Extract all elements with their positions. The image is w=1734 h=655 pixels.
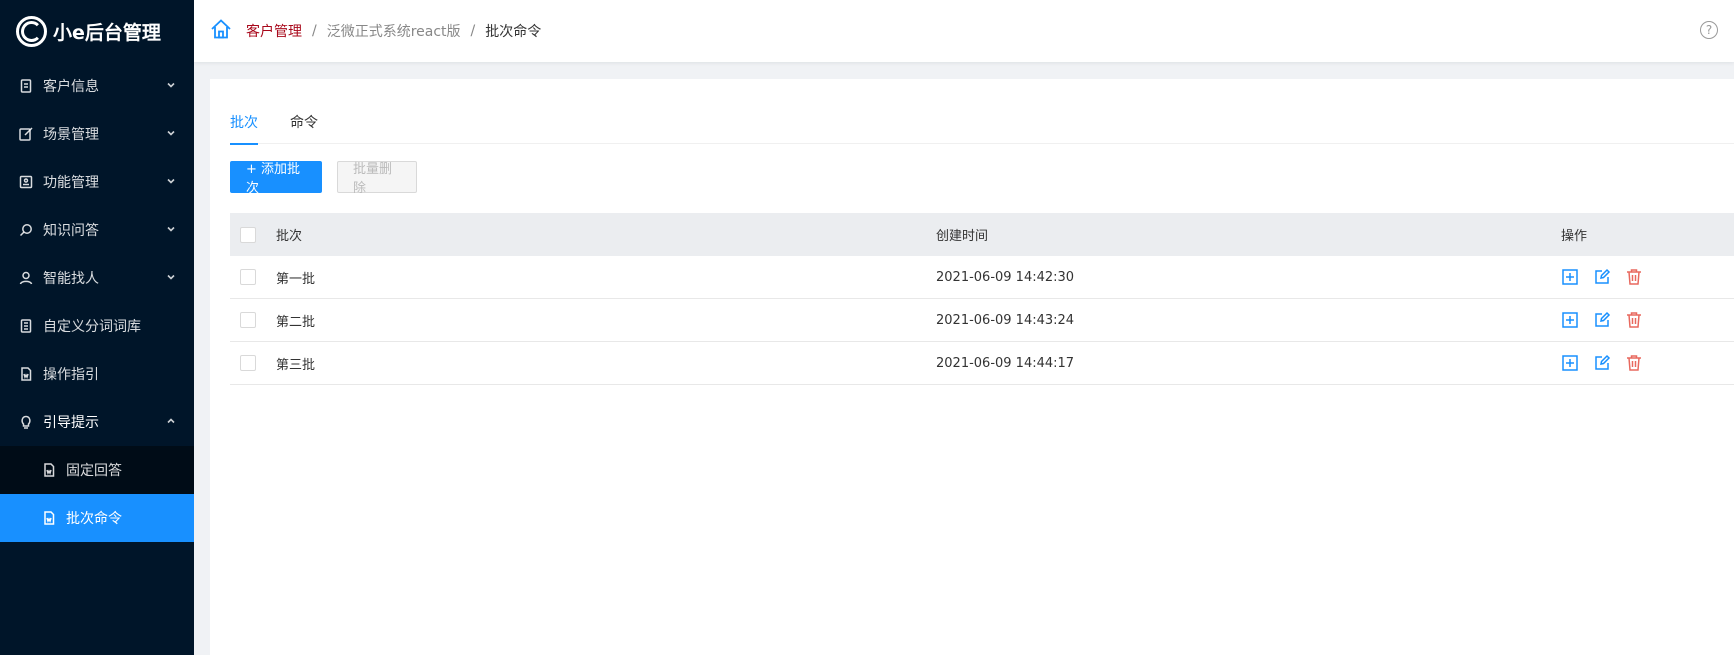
chevron-down-icon xyxy=(166,126,176,142)
edit-icon xyxy=(19,127,33,141)
batch-delete-button: 批量删除 xyxy=(337,161,417,196)
search-icon xyxy=(19,223,33,237)
sidebar-item-batch-command[interactable]: 批次命令 xyxy=(0,494,194,542)
sidebar-item-smart-find-people[interactable]: 智能找人 xyxy=(0,254,194,302)
tab-bar: 批次 命令 xyxy=(230,103,1734,145)
sidebar-item-function-management[interactable]: 功能管理 xyxy=(0,158,194,206)
breadcrumb-item-current: 批次命令 xyxy=(485,24,542,40)
file-icon xyxy=(19,367,33,381)
add-batch-button[interactable]: + 添加批次 xyxy=(230,161,322,196)
plus-square-icon[interactable] xyxy=(1561,311,1579,329)
column-header-created: 创建时间 xyxy=(936,229,989,244)
help-icon[interactable]: ? xyxy=(1700,21,1718,39)
logo[interactable]: 小e后台管理 xyxy=(0,0,194,62)
cell-created: 2021-06-09 14:44:17 xyxy=(936,355,1075,371)
cell-batch: 第二批 xyxy=(276,314,316,330)
select-all-checkbox[interactable] xyxy=(240,226,256,243)
breadcrumb-item-customer-management[interactable]: 客户管理 xyxy=(246,21,302,41)
sidebar-item-guide-tips[interactable]: 引导提示 xyxy=(0,398,194,446)
main-content: 批次 命令 + 添加批次 批量删除 批次 创建时间 操作 第一批 2021-06… xyxy=(210,79,1734,655)
file-icon xyxy=(42,511,56,525)
header: 客户管理 / 泛微正式系统react版 / 批次命令 ? xyxy=(194,0,1734,62)
sidebar-item-fixed-answer[interactable]: 固定回答 xyxy=(0,446,194,494)
row-checkbox[interactable] xyxy=(240,312,256,328)
toolbar: + 添加批次 批量删除 xyxy=(230,161,417,196)
breadcrumb-item-system[interactable]: 泛微正式系统react版 xyxy=(327,21,461,41)
sidebar-item-scene-management[interactable]: 场景管理 xyxy=(0,110,194,158)
chevron-down-icon xyxy=(166,270,176,286)
row-checkbox[interactable] xyxy=(240,269,256,285)
logo-icon xyxy=(16,15,47,47)
plus-square-icon[interactable] xyxy=(1561,268,1579,286)
plus-square-icon[interactable] xyxy=(1561,354,1579,372)
column-header-batch: 批次 xyxy=(276,229,303,244)
bulb-icon xyxy=(19,415,33,429)
cell-batch: 第一批 xyxy=(276,271,316,287)
row-checkbox[interactable] xyxy=(240,355,256,371)
home-icon[interactable] xyxy=(210,18,232,44)
table-row: 第一批 2021-06-09 14:42:30 xyxy=(230,256,1734,299)
cell-created: 2021-06-09 14:43:24 xyxy=(936,312,1075,328)
chevron-up-icon xyxy=(166,414,176,430)
table-header: 批次 创建时间 操作 xyxy=(230,213,1734,256)
user-icon xyxy=(19,271,33,285)
sidebar-item-custom-dictionary[interactable]: 自定义分词词库 xyxy=(0,302,194,350)
chevron-down-icon xyxy=(166,174,176,190)
breadcrumb: 客户管理 / 泛微正式系统react版 / 批次命令 xyxy=(246,21,541,41)
column-header-actions: 操作 xyxy=(1561,229,1588,244)
delete-icon[interactable] xyxy=(1625,268,1643,286)
sidebar: 小e后台管理 客户信息 场景管理 功能管理 知识问答 智能找人 自定义分词词库 … xyxy=(0,0,194,655)
edit-icon[interactable] xyxy=(1593,268,1611,286)
sidebar-item-knowledge-qa[interactable]: 知识问答 xyxy=(0,206,194,254)
cell-batch: 第三批 xyxy=(276,357,316,373)
app-title: 小e后台管理 xyxy=(53,21,161,44)
file-icon xyxy=(42,463,56,477)
chevron-down-icon xyxy=(166,78,176,94)
batch-table: 批次 创建时间 操作 第一批 2021-06-09 14:42:30 第二批 2… xyxy=(230,213,1734,385)
sidebar-item-customer-info[interactable]: 客户信息 xyxy=(0,62,194,110)
edit-icon[interactable] xyxy=(1593,354,1611,372)
cell-created: 2021-06-09 14:42:30 xyxy=(936,269,1075,285)
tab-batch[interactable]: 批次 xyxy=(230,103,258,145)
tab-command[interactable]: 命令 xyxy=(290,103,318,144)
table-row: 第三批 2021-06-09 14:44:17 xyxy=(230,342,1734,385)
book-icon xyxy=(19,319,33,333)
delete-icon[interactable] xyxy=(1625,311,1643,329)
submenu-guide-tips: 固定回答 批次命令 xyxy=(0,446,194,542)
delete-icon[interactable] xyxy=(1625,354,1643,372)
breadcrumb-separator: / xyxy=(470,23,476,39)
breadcrumb-separator: / xyxy=(312,23,317,39)
document-icon xyxy=(19,79,33,93)
sidebar-item-operation-guide[interactable]: 操作指引 xyxy=(0,350,194,398)
table-row: 第二批 2021-06-09 14:43:24 xyxy=(230,299,1734,342)
chevron-down-icon xyxy=(166,222,176,238)
edit-icon[interactable] xyxy=(1593,311,1611,329)
screen-icon xyxy=(19,175,33,189)
